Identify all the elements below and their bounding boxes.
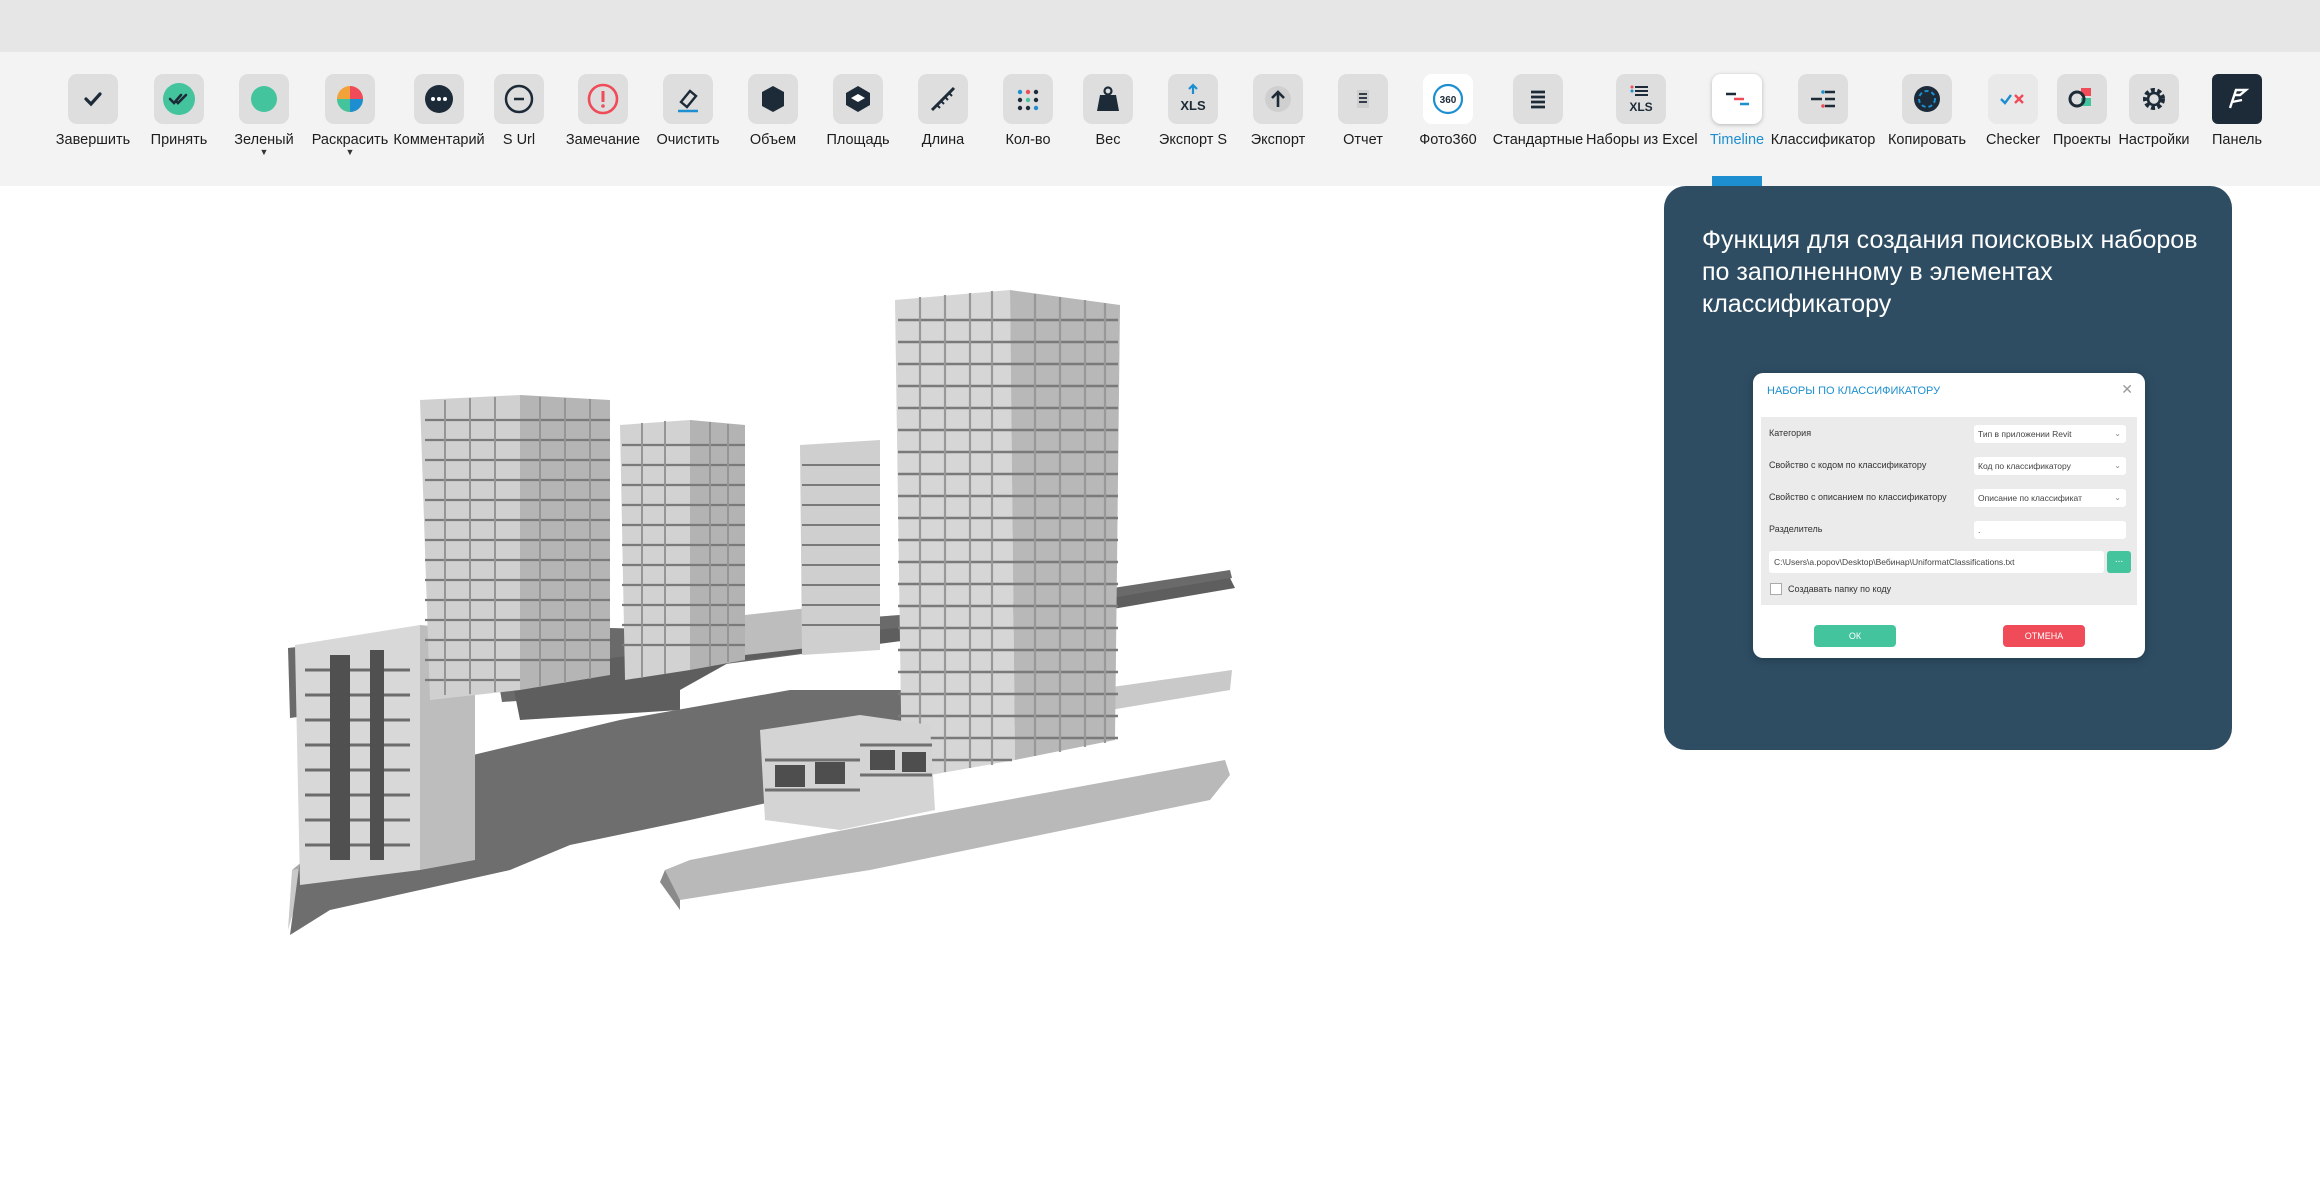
classifier-icon <box>1798 74 1848 124</box>
excel-sets-button[interactable]: XLS Наборы из Excel <box>1586 74 1698 148</box>
info-panel: Функция для создания поисковых наборов п… <box>1664 186 2232 750</box>
separator-label: Разделитель <box>1769 524 1823 534</box>
separator-row: Разделитель . <box>1761 517 2137 543</box>
weight-icon <box>1083 74 1133 124</box>
eraser-icon <box>663 74 713 124</box>
classifier-button[interactable]: Классификатор <box>1768 74 1878 148</box>
ruler-icon <box>918 74 968 124</box>
cancel-button[interactable]: ОТМЕНА <box>2003 625 2085 647</box>
chevron-down-icon: ⌄ <box>2114 461 2121 470</box>
info-panel-title: Функция для создания поисковых наборов п… <box>1702 226 2198 318</box>
gear-icon <box>2129 74 2179 124</box>
photo360-icon: 360 <box>1423 74 1473 124</box>
area-icon <box>833 74 883 124</box>
file-path-input[interactable]: C:\Users\a.popov\Desktop\Вебинар\Uniform… <box>1769 551 2104 573</box>
close-icon[interactable]: ✕ <box>2121 381 2133 398</box>
chevron-down-icon: ⌄ <box>2114 493 2121 502</box>
code-property-row: Свойство с кодом по классификатору Код п… <box>1761 453 2137 479</box>
category-label: Категория <box>1769 428 1812 438</box>
svg-text:XLS: XLS <box>1629 100 1652 114</box>
export-icon <box>1253 74 1303 124</box>
svg-text:360: 360 <box>1440 95 1457 106</box>
report-icon <box>1338 74 1388 124</box>
standard-sets-icon <box>1513 74 1563 124</box>
description-property-label: Свойство с описанием по классификатору <box>1769 492 1947 502</box>
dialog-body: Категория Тип в приложении Revit ⌄ Свойст… <box>1761 417 2137 605</box>
copy-icon <box>1902 74 1952 124</box>
double-check-icon <box>154 74 204 124</box>
count-icon <box>1003 74 1053 124</box>
browse-button[interactable]: ... <box>2107 551 2131 573</box>
chevron-down-icon: ⌄ <box>2114 429 2121 438</box>
active-tab-indicator <box>1712 176 1762 186</box>
panel-button[interactable]: Панель <box>2182 74 2292 148</box>
comment-icon <box>414 74 464 124</box>
create-folder-checkbox[interactable] <box>1770 583 1782 595</box>
warning-icon <box>578 74 628 124</box>
description-property-row: Свойство с описанием по классификатору О… <box>1761 485 2137 511</box>
ok-button[interactable]: ОК <box>1814 625 1896 647</box>
excel-sets-icon: XLS <box>1616 74 1666 124</box>
classifier-sets-dialog: НАБОРЫ ПО КЛАССИФИКАТОРУ ✕ Категория Тип… <box>1753 373 2145 658</box>
check-icon <box>68 74 118 124</box>
volume-icon <box>748 74 798 124</box>
code-property-label: Свойство с кодом по классификатору <box>1769 460 1927 470</box>
svg-text:XLS: XLS <box>1180 98 1206 113</box>
toolbar-ribbon: Завершить Принять Зеленый ▼ Раскрасить ▼… <box>0 52 2320 186</box>
code-property-select[interactable]: Код по классификатору ⌄ <box>1974 457 2126 475</box>
xls-export-icon: XLS <box>1168 74 1218 124</box>
separator-input[interactable]: . <box>1974 521 2126 539</box>
color-wheel-icon <box>325 74 375 124</box>
link-icon <box>494 74 544 124</box>
standard-sets-button[interactable]: Стандартные <box>1483 74 1593 148</box>
category-select[interactable]: Тип в приложении Revit ⌄ <box>1974 425 2126 443</box>
panel-logo-icon <box>2212 74 2262 124</box>
chevron-down-icon[interactable]: ▼ <box>295 148 405 157</box>
building-3d-model[interactable] <box>270 270 1250 980</box>
green-circle-icon <box>239 74 289 124</box>
category-row: Категория Тип в приложении Revit ⌄ <box>1761 421 2137 447</box>
timeline-icon <box>1712 74 1762 124</box>
create-folder-label: Создавать папку по коду <box>1788 584 1892 594</box>
dialog-title: НАБОРЫ ПО КЛАССИФИКАТОРУ <box>1767 385 1941 397</box>
window-top-strip <box>0 0 2320 52</box>
description-property-select[interactable]: Описание по классификат ⌄ <box>1974 489 2126 507</box>
